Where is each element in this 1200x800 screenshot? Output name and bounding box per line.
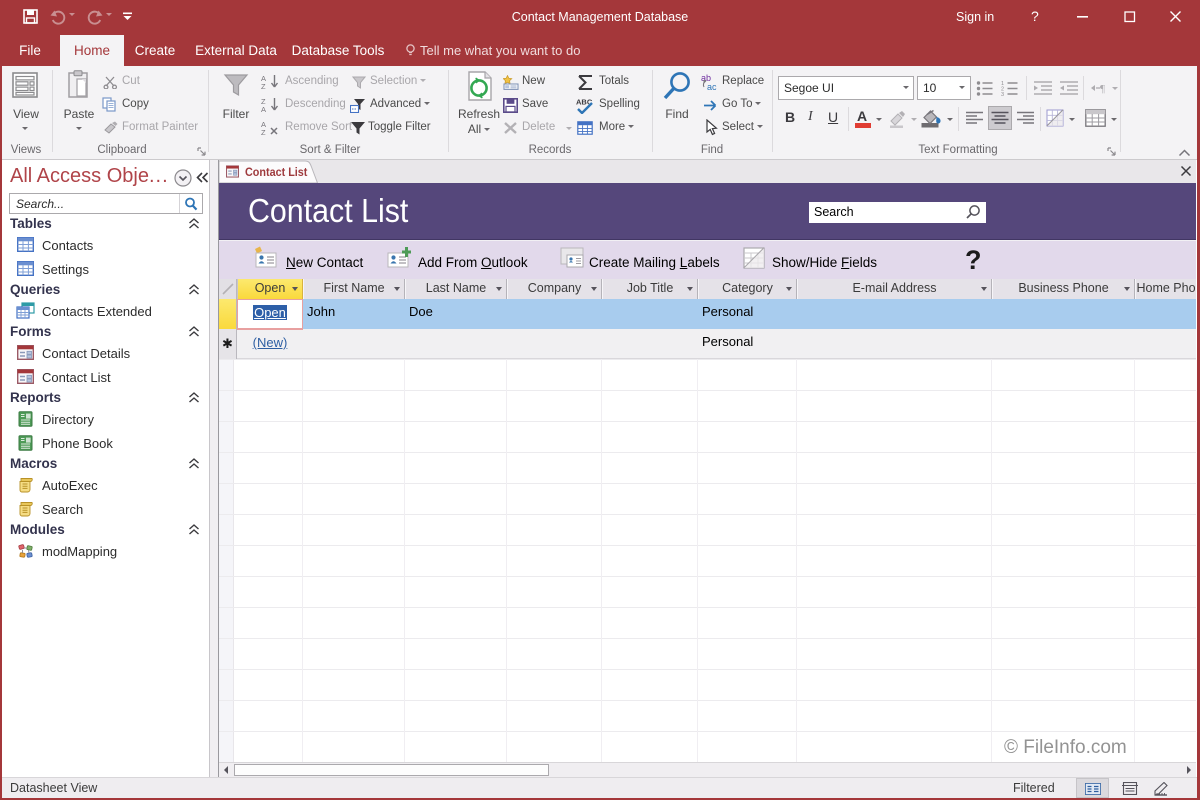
svg-text:ac: ac [707, 82, 717, 91]
svg-text:A: A [261, 105, 266, 112]
svg-text:3: 3 [1001, 92, 1004, 96]
svg-text:Z: Z [261, 82, 266, 89]
svg-text:Z: Z [261, 128, 266, 135]
svg-text:¶: ¶ [1100, 83, 1105, 95]
